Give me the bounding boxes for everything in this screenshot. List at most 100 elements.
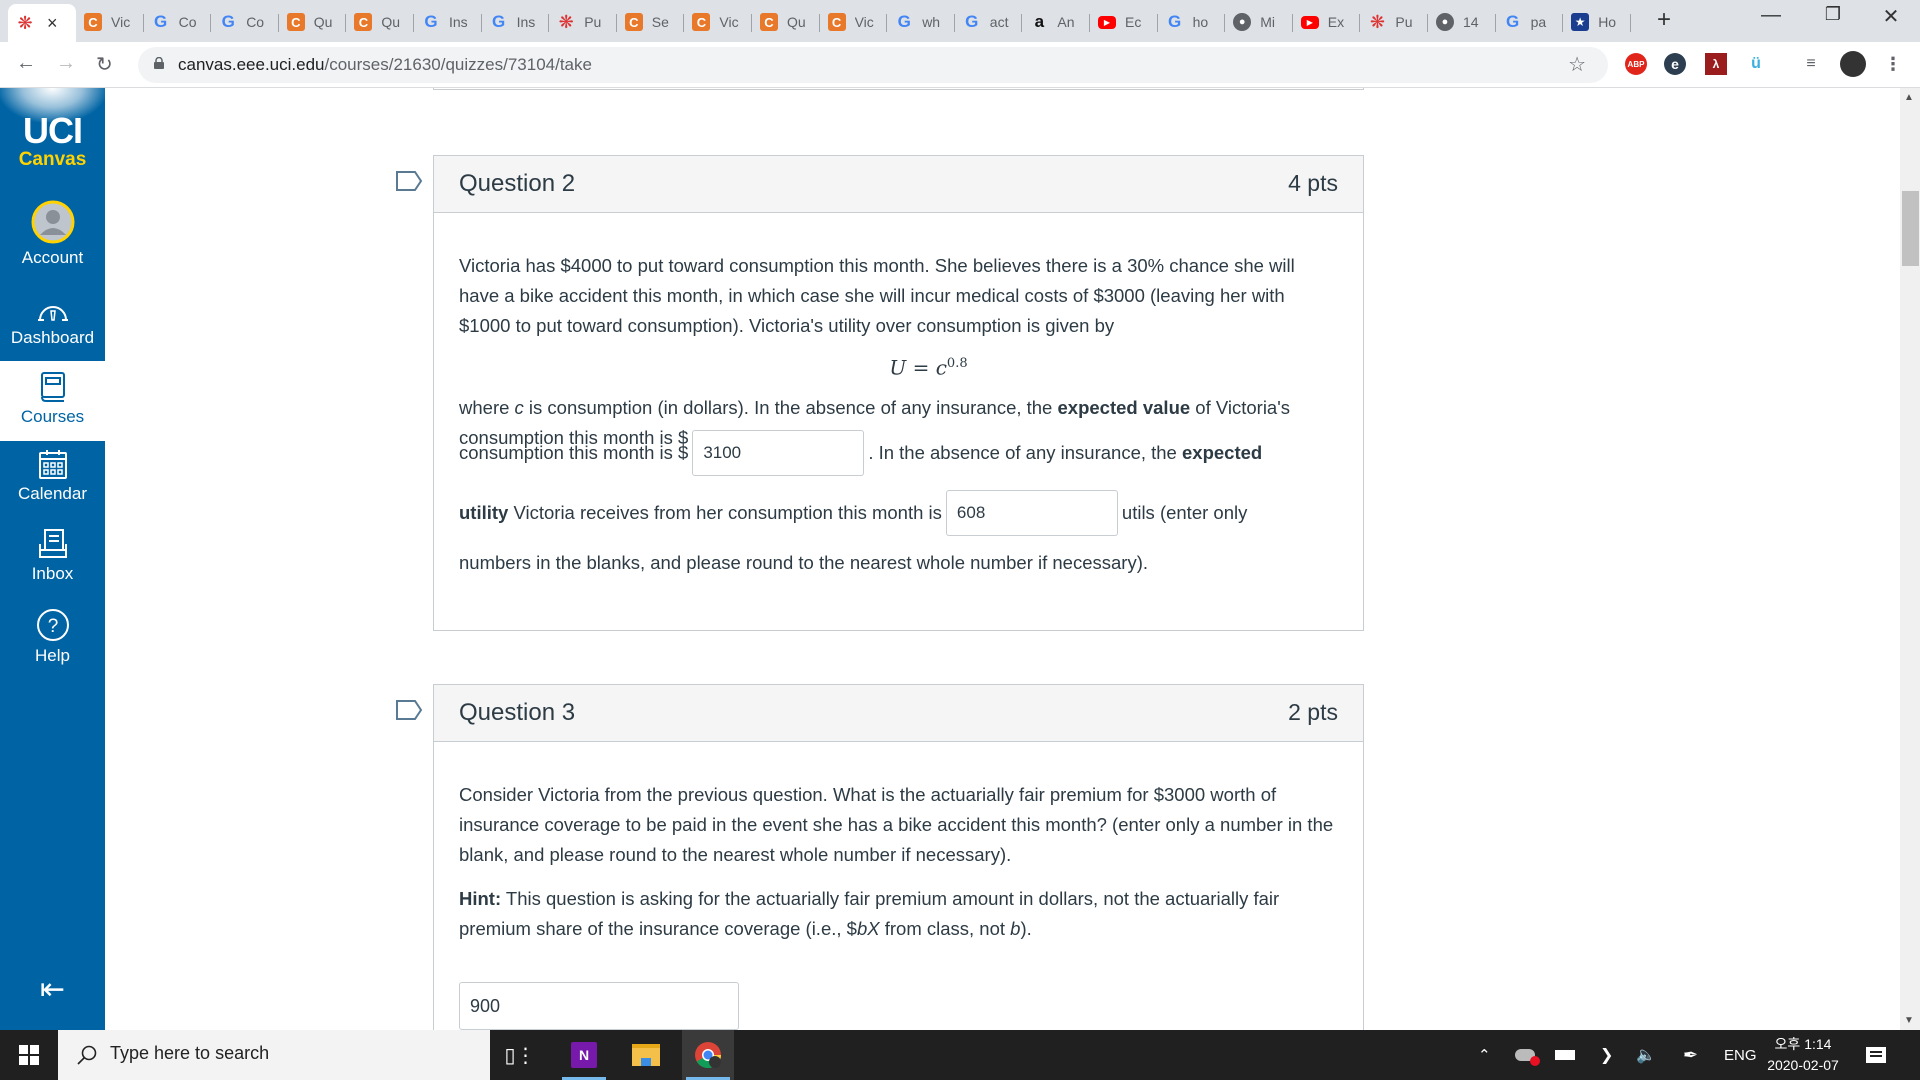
media-control-icon[interactable]: ≡ xyxy=(1800,53,1822,75)
taskbar-chrome[interactable] xyxy=(682,1030,734,1080)
collapse-nav-icon: ⇤ xyxy=(39,973,66,1006)
browser-tab[interactable]: ● Mi xyxy=(1225,6,1293,38)
taskbar-file-explorer[interactable] xyxy=(620,1030,672,1080)
profile-avatar[interactable] xyxy=(1840,51,1866,77)
expected-value-input[interactable] xyxy=(692,430,865,476)
back-button[interactable]: ← xyxy=(16,52,36,75)
browser-tab[interactable]: C Qu xyxy=(279,6,347,38)
browser-tab[interactable]: Gpa xyxy=(1496,6,1564,38)
scroll-thumb[interactable] xyxy=(1902,191,1919,266)
question-2-text-3: . In the absence of any insurance, the e… xyxy=(868,442,1263,463)
browser-tab[interactable]: ▶ Ec xyxy=(1090,6,1158,38)
browser-tab[interactable]: ★ Ho xyxy=(1563,6,1631,38)
premium-answer-input[interactable] xyxy=(459,982,739,1030)
onenote-icon: N xyxy=(571,1042,597,1068)
collapse-nav-button[interactable]: ⇤ xyxy=(0,975,105,1008)
browser-tab[interactable]: a An xyxy=(1022,6,1090,38)
show-hidden-icons-button[interactable]: ⌃ xyxy=(1478,1030,1491,1080)
tab-title: Co xyxy=(246,14,265,30)
browser-tab[interactable]: C Qu xyxy=(752,6,820,38)
tab-title: Vic xyxy=(854,14,874,30)
page-scrollbar[interactable]: ▲ ▼ xyxy=(1900,88,1920,1030)
evernote-extension-icon[interactable]: e xyxy=(1664,53,1686,75)
inbox-icon xyxy=(38,529,67,558)
google-icon: G xyxy=(424,12,438,31)
bookmark-star-icon[interactable]: ☆ xyxy=(1568,52,1586,77)
new-tab-button[interactable]: + xyxy=(1657,6,1671,34)
nav-dashboard[interactable]: Dashboard xyxy=(0,298,105,358)
nav-courses[interactable]: Courses xyxy=(0,361,105,441)
browser-tab[interactable]: G Co xyxy=(211,6,279,38)
tab-separator xyxy=(1629,14,1631,32)
tab-title: act xyxy=(989,14,1009,30)
tab-title: wh xyxy=(922,14,941,30)
browser-tab[interactable]: C Vic xyxy=(820,6,888,38)
search-placeholder: Type here to search xyxy=(110,1043,270,1063)
utility-formula: U = c0.8 xyxy=(889,355,968,380)
restore-button[interactable]: ❐ xyxy=(1810,4,1856,25)
nav-inbox[interactable]: Inbox xyxy=(0,528,105,598)
tab-title: Ins xyxy=(449,14,468,30)
browser-tab[interactable]: Gwh xyxy=(887,6,955,38)
reload-button[interactable]: ↻ xyxy=(96,52,113,77)
browser-tab[interactable]: Gho xyxy=(1158,6,1226,38)
browser-tab[interactable]: G Co xyxy=(144,6,212,38)
scroll-down-arrow[interactable]: ▼ xyxy=(1904,1015,1914,1026)
canvas-logo-text[interactable]: Canvas xyxy=(0,149,105,171)
question-3-title: Question 3 xyxy=(459,699,576,726)
expected-utility-input[interactable] xyxy=(945,490,1118,536)
browser-tab[interactable]: Gact xyxy=(955,6,1023,38)
start-button[interactable] xyxy=(0,1030,58,1080)
forward-button[interactable]: → xyxy=(56,52,76,75)
svg-text:?: ? xyxy=(47,616,58,637)
taskbar-search[interactable]: Type here to search xyxy=(58,1030,490,1080)
browser-tab[interactable]: G Ins xyxy=(482,6,550,38)
adblock-extension-icon[interactable]: ABP xyxy=(1625,53,1647,75)
chrome-menu-icon[interactable]: ⋮ xyxy=(1882,53,1904,75)
nav-help[interactable]: ? Help xyxy=(0,608,105,678)
browser-tab[interactable]: ❋ Pu xyxy=(549,6,617,38)
tab-title: Vic xyxy=(719,14,739,30)
browser-tab[interactable]: C Qu xyxy=(346,6,414,38)
tab-active[interactable]: ❋ × xyxy=(8,4,76,42)
browser-tab[interactable]: C Vic xyxy=(76,6,144,38)
task-view-icon: ▯⋮ xyxy=(504,1044,536,1067)
uci-logo[interactable]: UCI xyxy=(0,110,105,152)
nav-account[interactable]: Account xyxy=(0,200,105,270)
battery-icon[interactable] xyxy=(1555,1030,1575,1080)
scroll-up-arrow[interactable]: ▲ xyxy=(1904,92,1914,103)
acrobat-extension-icon[interactable]: λ xyxy=(1705,53,1727,75)
nav-courses-label: Courses xyxy=(20,407,85,426)
flag-question-3-icon[interactable] xyxy=(395,699,423,721)
flag-question-2-icon[interactable] xyxy=(395,170,423,192)
youtube-icon: ▶ xyxy=(1098,15,1116,29)
browser-tab[interactable]: G Ins xyxy=(414,6,482,38)
wifi-icon[interactable]: ❯ xyxy=(1600,1030,1613,1080)
nav-dashboard-label: Dashboard xyxy=(10,328,95,347)
tab-title: Qu xyxy=(381,14,401,30)
volume-icon[interactable]: 🔈 xyxy=(1636,1030,1656,1080)
taskbar-onenote[interactable]: N xyxy=(558,1030,610,1080)
browser-tab[interactable]: C Se xyxy=(617,6,685,38)
browser-tab[interactable]: ❋ Pu xyxy=(1360,6,1428,38)
google-icon: G xyxy=(153,12,168,31)
pen-workspace-icon[interactable]: ✒ xyxy=(1683,1030,1698,1080)
browser-tab[interactable]: ▶ Ex xyxy=(1293,6,1361,38)
taskbar-clock[interactable]: 오후 1:14 2020-02-07 xyxy=(1758,1034,1848,1076)
close-window-button[interactable]: ✕ xyxy=(1868,4,1914,29)
tab-title: Mi xyxy=(1260,14,1275,30)
input-language[interactable]: ENG xyxy=(1724,1030,1757,1080)
account-avatar-icon xyxy=(31,200,74,244)
browser-tab[interactable]: ● 14 xyxy=(1428,6,1496,38)
close-tab-icon[interactable]: × xyxy=(47,13,58,34)
task-view-button[interactable]: ▯⋮ xyxy=(494,1030,546,1080)
google-icon: G xyxy=(1167,12,1182,31)
owl-extension-icon[interactable]: ü xyxy=(1745,53,1767,75)
address-bar[interactable]: canvas.eee.uci.edu/courses/21630/quizzes… xyxy=(138,47,1608,83)
browser-tab[interactable]: C Vic xyxy=(684,6,752,38)
minimize-button[interactable]: — xyxy=(1748,4,1794,27)
onedrive-error-icon[interactable] xyxy=(1515,1030,1540,1080)
action-center-icon[interactable] xyxy=(1866,1030,1886,1080)
canvas-icon: ❋ xyxy=(17,12,33,33)
nav-calendar[interactable]: Calendar xyxy=(0,448,105,518)
